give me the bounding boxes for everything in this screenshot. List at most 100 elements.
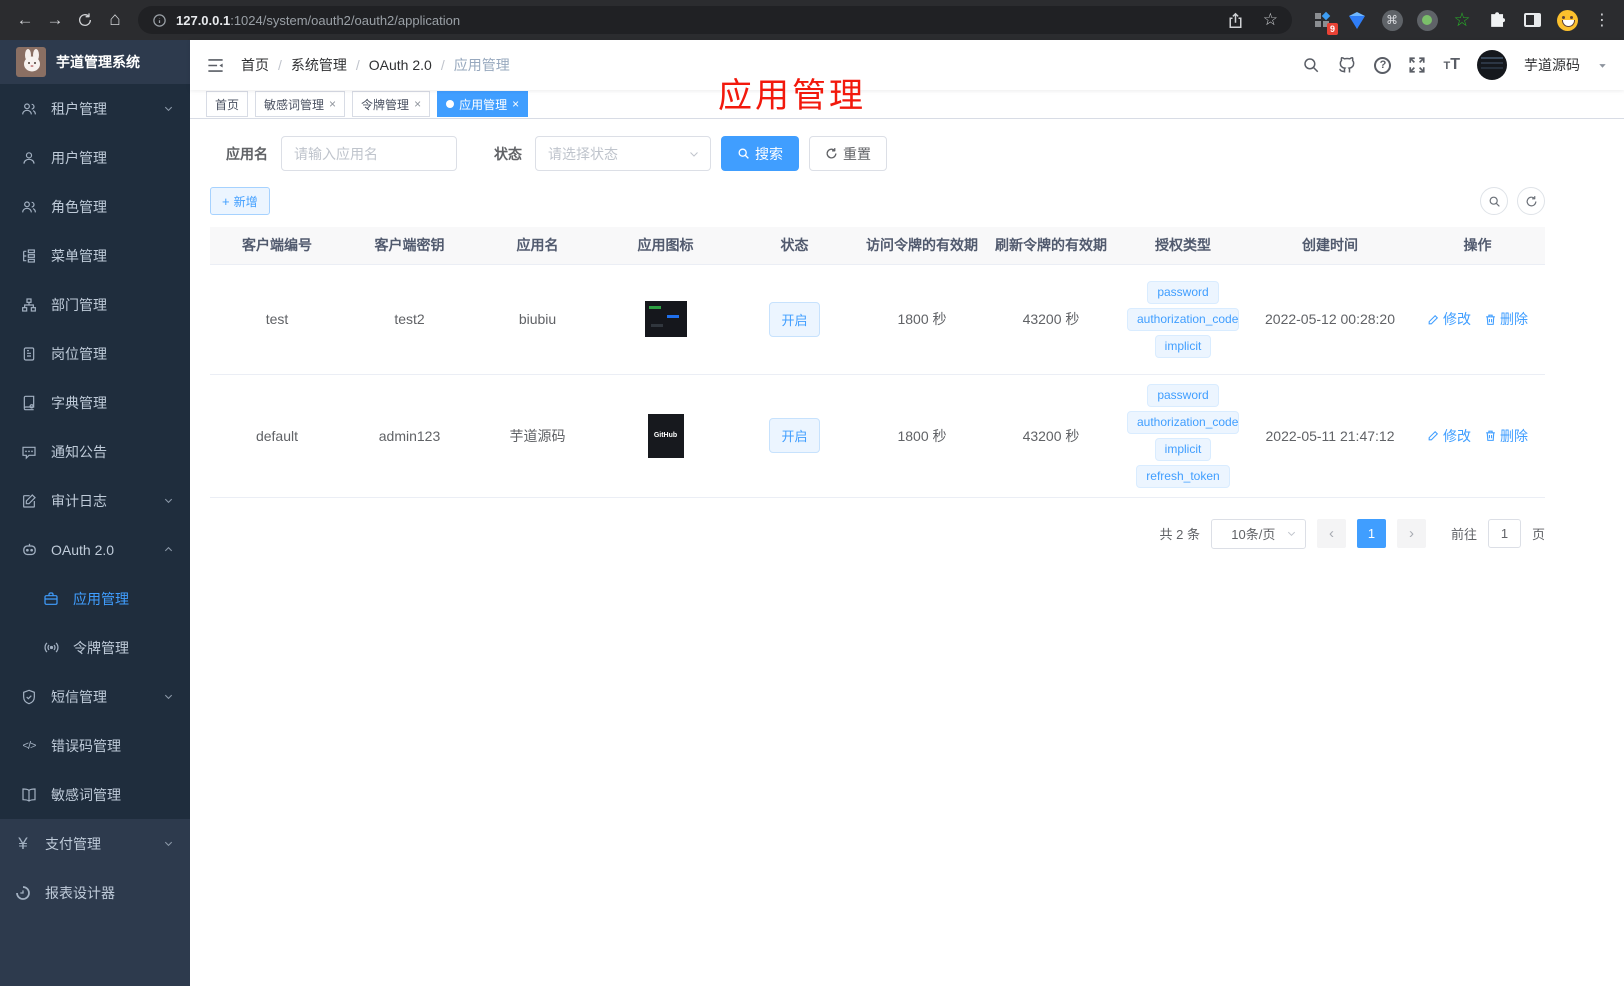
edit-note-icon xyxy=(20,493,38,509)
grant-tag: authorization_code xyxy=(1127,410,1239,434)
sidebar-item-user[interactable]: 用户管理 xyxy=(0,133,190,182)
edit-button[interactable]: 修改 xyxy=(1427,309,1471,329)
chevron-down-icon xyxy=(163,103,174,114)
reload-icon xyxy=(79,13,91,26)
profile-emoji-icon[interactable] xyxy=(1555,8,1579,32)
username[interactable]: 芋道源码 xyxy=(1524,55,1580,75)
status-badge: 开启 xyxy=(769,301,820,337)
sidebar-item-errcode[interactable]: </> 错误码管理 xyxy=(0,721,190,770)
tab-sensitive-words[interactable]: 敏感词管理 × xyxy=(255,91,346,117)
app-name-input[interactable] xyxy=(281,136,457,171)
refresh-table-button[interactable] xyxy=(1517,187,1545,215)
show-search-button[interactable] xyxy=(1480,187,1508,215)
sidebar-item-pay[interactable]: ¥ 支付管理 xyxy=(0,819,190,868)
fullscreen-icon[interactable] xyxy=(1408,56,1426,74)
breadcrumb: 首页 / 系统管理 / OAuth 2.0 / 应用管理 xyxy=(241,55,510,75)
caret-down-icon[interactable] xyxy=(1597,60,1608,71)
browser-home-button[interactable]: ⌂ xyxy=(100,5,130,35)
page-unit-label: 页 xyxy=(1531,527,1545,542)
browser-back-button[interactable]: ← xyxy=(10,5,40,35)
sidebar-item-dept[interactable]: 部门管理 xyxy=(0,280,190,329)
close-icon[interactable]: × xyxy=(512,97,519,111)
green-star-extension-icon[interactable]: ☆ xyxy=(1450,8,1474,32)
signal-icon xyxy=(42,639,60,656)
col-app-name: 应用名 xyxy=(475,227,600,264)
col-actions: 操作 xyxy=(1410,227,1545,264)
sidebar-item-notice[interactable]: 通知公告 xyxy=(0,427,190,476)
next-page-button[interactable]: › xyxy=(1396,519,1426,548)
top-navbar: 首页 / 系统管理 / OAuth 2.0 / 应用管理 ? TT 芋道源码 xyxy=(190,40,1624,90)
cell-client-id: test xyxy=(210,263,344,375)
table-header-row: 客户端编号 客户端密钥 应用名 应用图标 状态 访问令牌的有效期 刷新令牌的有效… xyxy=(210,227,1545,264)
sidebar-item-dict[interactable]: 字典管理 xyxy=(0,378,190,427)
avatar[interactable] xyxy=(1477,50,1507,80)
record-extension-icon[interactable] xyxy=(1415,8,1439,32)
col-status: 状态 xyxy=(731,227,858,264)
status-select[interactable]: 请选择状态 xyxy=(535,136,711,171)
col-created: 创建时间 xyxy=(1250,227,1410,264)
goto-page-input[interactable] xyxy=(1487,519,1521,548)
breadcrumb-system[interactable]: 系统管理 xyxy=(291,55,347,75)
cell-app-name: biubiu xyxy=(475,263,600,375)
home-icon: ⌂ xyxy=(109,9,121,30)
sidebar-item-sms[interactable]: 短信管理 xyxy=(0,672,190,721)
sidebar-collapse-button[interactable] xyxy=(206,56,225,75)
bookmark-star-icon[interactable]: ☆ xyxy=(1263,10,1278,30)
tab-token-management[interactable]: 令牌管理 × xyxy=(352,91,431,117)
page-size-select[interactable]: 10条/页 xyxy=(1210,518,1306,549)
help-icon[interactable]: ? xyxy=(1374,56,1392,74)
delete-button[interactable]: 删除 xyxy=(1484,426,1528,446)
github-icon[interactable] xyxy=(1337,55,1357,75)
search-icon[interactable] xyxy=(1302,56,1320,74)
add-button[interactable]: + 新增 xyxy=(210,187,270,215)
cell-access-validity: 1800 秒 xyxy=(858,373,986,498)
status-badge: 开启 xyxy=(769,418,820,453)
address-bar[interactable]: 127.0.0.1:1024/system/oauth2/oauth2/appl… xyxy=(138,6,1292,34)
cell-access-validity: 1800 秒 xyxy=(858,263,986,375)
side-panel-icon[interactable] xyxy=(1520,8,1544,32)
prev-page-button[interactable]: ‹ xyxy=(1316,519,1346,548)
extension-grid-icon[interactable]: 9 xyxy=(1310,8,1338,35)
menu-tree-icon xyxy=(20,248,38,264)
briefcase-icon xyxy=(42,591,60,607)
team-icon xyxy=(20,101,38,117)
close-icon[interactable]: × xyxy=(414,97,421,111)
browser-menu-icon[interactable]: ⋮ xyxy=(1590,8,1614,32)
share-icon[interactable] xyxy=(1228,12,1243,29)
goto-label: 前往 xyxy=(1450,527,1477,542)
sidebar-item-oauth-token[interactable]: 令牌管理 xyxy=(0,623,190,672)
sidebar-item-menu[interactable]: 菜单管理 xyxy=(0,231,190,280)
command-extension-icon[interactable]: ⌘ xyxy=(1380,8,1404,32)
sidebar-item-label: 用户管理 xyxy=(51,149,107,166)
sidebar-item-oauth[interactable]: OAuth 2.0 xyxy=(0,525,190,574)
sidebar-item-report-designer[interactable]: 报表设计器 xyxy=(0,868,190,917)
close-icon[interactable]: × xyxy=(329,97,336,111)
tab-application-management[interactable]: 应用管理 × xyxy=(437,91,529,117)
sidebar-item-tenant[interactable]: 租户管理 xyxy=(0,84,190,133)
tab-home[interactable]: 首页 xyxy=(206,91,249,117)
font-size-icon[interactable]: TT xyxy=(1443,56,1460,74)
trash-icon xyxy=(1486,314,1495,325)
delete-button[interactable]: 删除 xyxy=(1484,309,1528,329)
edit-button[interactable]: 修改 xyxy=(1427,426,1471,446)
app-logo[interactable]: 芋道管理系统 xyxy=(0,40,190,84)
breadcrumb-home[interactable]: 首页 xyxy=(241,55,269,75)
cell-refresh-validity: 43200 秒 xyxy=(986,263,1116,375)
sidebar-item-post[interactable]: 岗位管理 xyxy=(0,329,190,378)
sidebar-item-audit[interactable]: 审计日志 xyxy=(0,476,190,525)
search-button[interactable]: 搜索 xyxy=(721,136,799,171)
browser-forward-button[interactable]: → xyxy=(40,5,70,35)
puzzle-extension-icon[interactable] xyxy=(1485,8,1509,32)
sidebar-item-oauth-application[interactable]: 应用管理 xyxy=(0,574,190,623)
sidebar-item-role[interactable]: 角色管理 xyxy=(0,182,190,231)
sidebar-item-label: 岗位管理 xyxy=(51,345,107,362)
browser-reload-button[interactable] xyxy=(70,5,100,35)
sidebar-item-sensitive[interactable]: 敏感词管理 xyxy=(0,770,190,819)
gem-extension-icon[interactable] xyxy=(1345,8,1369,32)
pie-chart-icon xyxy=(14,885,32,901)
sidebar-item-label: 支付管理 xyxy=(45,835,101,852)
page-number-button[interactable]: 1 xyxy=(1356,519,1386,548)
sidebar-item-label: 字典管理 xyxy=(51,394,107,411)
reset-button[interactable]: 重置 xyxy=(809,136,887,171)
breadcrumb-oauth[interactable]: OAuth 2.0 xyxy=(369,57,432,73)
